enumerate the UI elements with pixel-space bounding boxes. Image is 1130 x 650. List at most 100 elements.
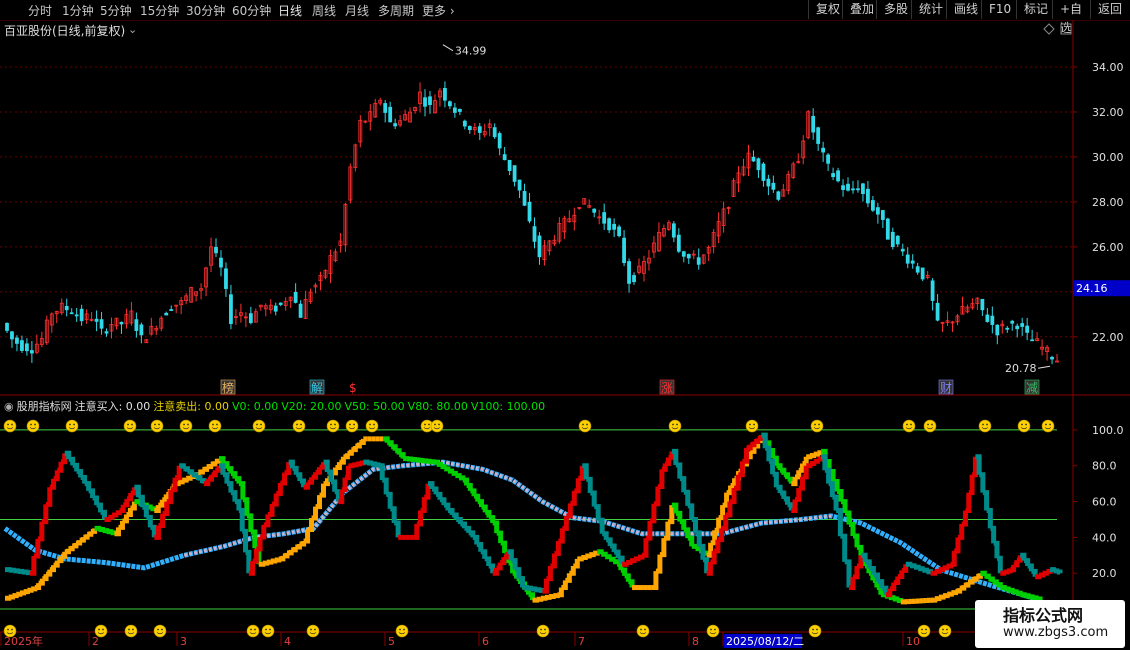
- fast-line: [276, 483, 283, 497]
- candle-body: [248, 313, 253, 324]
- fast-line: [982, 490, 990, 511]
- candle-body: [607, 218, 612, 231]
- slow-line: [553, 593, 560, 599]
- candle-body: [15, 337, 19, 344]
- event-marker-3[interactable]: 涨: [661, 380, 673, 395]
- event-marker-4[interactable]: 财: [940, 381, 952, 395]
- smiley-eye: [749, 423, 751, 426]
- candle-body: [497, 133, 502, 149]
- candle-body: [761, 163, 766, 181]
- candle-body: [527, 201, 532, 222]
- slow-line: [432, 459, 440, 465]
- slow-line: [1016, 590, 1023, 596]
- slow-line: [1012, 589, 1019, 595]
- slow-line: [880, 592, 888, 598]
- candle-body: [278, 302, 283, 305]
- slow-line: [274, 557, 282, 563]
- smiley-eye: [544, 628, 546, 631]
- fast-line: [765, 445, 772, 462]
- smiley-eye: [269, 628, 271, 631]
- slow-line: [536, 596, 544, 602]
- fast-line: [341, 477, 348, 493]
- fast-line: [630, 558, 637, 564]
- smiley-eye: [925, 628, 927, 631]
- slow-line: [42, 574, 49, 582]
- smiley-face: [578, 419, 592, 433]
- smiley-eye: [157, 628, 159, 631]
- candle-body: [985, 314, 990, 322]
- event-marker-2[interactable]: $: [349, 381, 357, 395]
- date-label-4: 5: [388, 635, 395, 648]
- price-tick-label: 26.00: [1092, 241, 1124, 254]
- slow-line: [892, 596, 900, 602]
- smiley-eye: [986, 423, 988, 426]
- sell-smiley-icon: [123, 419, 137, 433]
- fast-line: [1035, 574, 1042, 580]
- price-axis: 22.0024.0026.0028.0030.0032.0034.0024.16: [1073, 61, 1130, 344]
- smiley-eye: [942, 628, 944, 631]
- event-marker-1[interactable]: 解: [311, 381, 323, 395]
- slow-line: [16, 591, 23, 597]
- slow-line: [178, 479, 185, 485]
- slow-line: [605, 554, 612, 560]
- candle-body: [492, 127, 497, 138]
- diamond-icon[interactable]: [1043, 23, 1055, 35]
- fast-line: [311, 472, 319, 480]
- candle-body: [1025, 325, 1030, 333]
- fast-line: [53, 470, 60, 482]
- slow-line: [323, 478, 330, 487]
- fast-line: [606, 537, 613, 546]
- price-tick-label: 30.00: [1092, 151, 1124, 164]
- fast-line: [926, 569, 934, 575]
- slow-line: [90, 528, 98, 534]
- smiley-eye: [353, 423, 355, 426]
- fast-line: [590, 490, 597, 507]
- slow-line: [795, 470, 802, 480]
- event-marker-5[interactable]: 减: [1026, 381, 1038, 395]
- slow-line: [951, 590, 958, 596]
- slow-line: [98, 527, 106, 533]
- dropdown-icon[interactable]: ⌄: [128, 23, 137, 36]
- fast-line: [824, 467, 832, 484]
- slow-line: [628, 579, 635, 588]
- slow-line: [988, 576, 995, 582]
- sell-smiley-icon: [978, 419, 992, 433]
- slow-line: [585, 553, 592, 559]
- slow-line: [508, 560, 516, 574]
- fast-line: [832, 494, 839, 511]
- smiley-face: [208, 419, 222, 433]
- smiley-eye: [906, 423, 908, 426]
- smiley-eye: [314, 628, 316, 631]
- slow-line: [544, 594, 552, 600]
- fast-line: [348, 463, 355, 469]
- slow-line: [214, 458, 222, 464]
- smiley-face: [636, 624, 650, 638]
- low-label: 20.78: [1005, 362, 1036, 375]
- candle-body: [920, 267, 925, 280]
- candle-body: [293, 291, 298, 303]
- slow-line: [391, 444, 398, 451]
- slow-line: [60, 551, 68, 559]
- fast-line: [610, 543, 617, 553]
- event-marker-0[interactable]: 榜: [222, 380, 234, 395]
- collapse-icon[interactable]: ◉: [4, 400, 14, 413]
- kline-chart[interactable]: ⌄ 34.9920.78 22.0024.0026.0028.0030.0032…: [0, 0, 1130, 650]
- fast-line: [72, 462, 80, 472]
- candle-body: [273, 305, 278, 312]
- candle-body: [1050, 356, 1054, 360]
- fast-line: [566, 503, 573, 519]
- fast-line: [813, 458, 820, 464]
- smiley-eye: [161, 628, 163, 631]
- candle-body: [383, 103, 388, 113]
- candle-body: [1020, 323, 1025, 327]
- smiley-eye: [672, 423, 674, 426]
- fast-line: [363, 459, 370, 465]
- fast-line: [691, 516, 698, 533]
- pane-maximize-icon[interactable]: [1060, 23, 1072, 35]
- smiley-eye: [927, 423, 929, 426]
- sell-smiley-icon: [1041, 419, 1055, 433]
- fast-line: [562, 515, 569, 531]
- slow-line: [687, 535, 695, 547]
- fast-line: [57, 461, 64, 473]
- indicator-value-1: 注意卖出: 0.00: [153, 400, 230, 413]
